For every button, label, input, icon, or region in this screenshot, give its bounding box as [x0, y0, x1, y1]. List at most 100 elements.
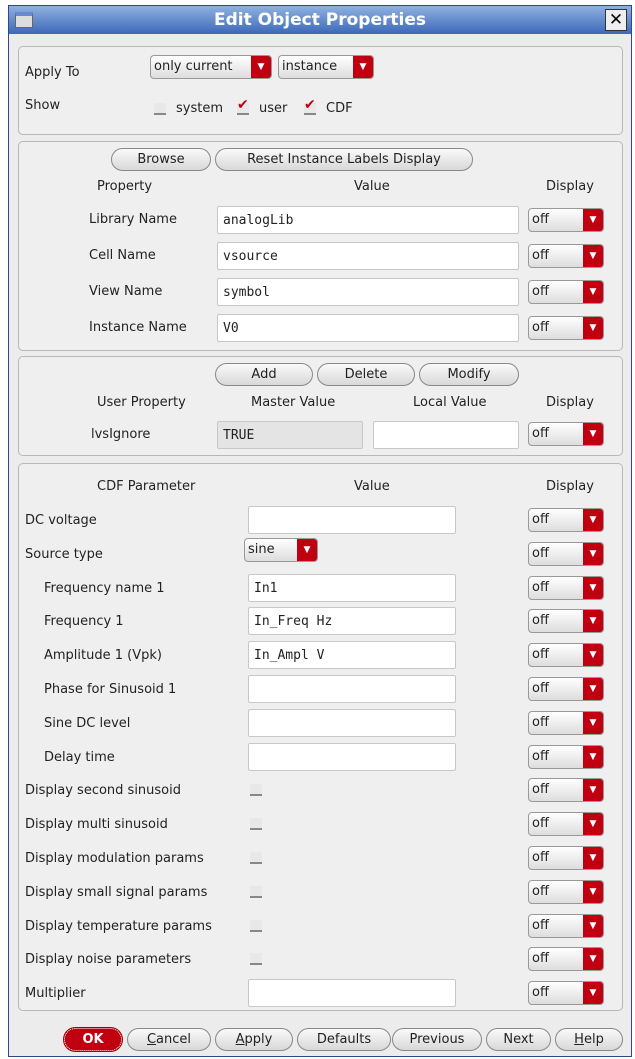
cdf-param-label: Display modulation params	[25, 851, 204, 866]
dialog-window: Edit Object Properties ✕ Apply To only c…	[8, 5, 632, 1057]
header-value: Value	[354, 479, 390, 494]
mnemonic: A	[235, 1032, 245, 1047]
chevron-down-icon: ▼	[583, 982, 603, 1005]
apply-target-value: instance	[282, 59, 338, 74]
delete-button[interactable]: Delete	[317, 363, 415, 386]
cdf-display-select[interactable]: off ▼	[528, 778, 604, 803]
help-button[interactable]: Help	[555, 1028, 623, 1051]
cdf-value-input[interactable]	[248, 506, 456, 534]
cdf-display-select[interactable]: off ▼	[528, 710, 604, 735]
display-value: off	[532, 951, 549, 967]
show-cdf-label: CDF	[326, 101, 353, 116]
cdf-value-input[interactable]	[248, 742, 456, 771]
cdf-display-select[interactable]: off ▼	[528, 677, 604, 701]
master-value-field: TRUE	[217, 421, 363, 449]
cdf-display-select[interactable]: off ▼	[528, 981, 604, 1006]
cdf-display-select[interactable]: off ▼	[528, 744, 604, 769]
defaults-button[interactable]: Defaults	[297, 1028, 391, 1051]
cdf-param-label: Source type	[25, 546, 103, 562]
cdf-param-label: Frequency 1	[44, 614, 124, 630]
cdf-checkbox[interactable]	[250, 852, 262, 864]
cdf-value-input[interactable]: In1	[248, 573, 456, 602]
property-display-select[interactable]: off ▼	[528, 280, 604, 304]
show-label: Show	[25, 98, 61, 113]
chevron-down-icon: ▼	[583, 245, 603, 267]
source-type-select[interactable]: sine ▼	[244, 537, 318, 562]
chevron-down-icon: ▼	[583, 542, 603, 565]
cdf-value-input[interactable]: In_Ampl V	[248, 641, 456, 670]
previous-button[interactable]: Previous	[392, 1028, 482, 1051]
cdf-param-label: Display second sinusoid	[25, 783, 181, 799]
reset-labels-button[interactable]: Reset Instance Labels Display	[215, 148, 473, 171]
cdf-value-input[interactable]: In_Freq Hz	[248, 607, 456, 636]
cdf-checkbox[interactable]	[250, 953, 262, 966]
title-bar[interactable]: Edit Object Properties ✕	[9, 6, 631, 34]
cdf-display-select[interactable]: off ▼	[528, 575, 604, 600]
user-display-select[interactable]: off ▼	[528, 422, 604, 446]
cdf-display-select[interactable]: off ▼	[528, 609, 604, 634]
close-icon[interactable]: ✕	[605, 9, 627, 31]
cdf-value-input[interactable]	[248, 675, 456, 703]
cdf-param-label: DC voltage	[25, 513, 97, 528]
display-value: off	[532, 883, 549, 899]
cdf-display-select[interactable]: off ▼	[528, 508, 604, 532]
display-value: off	[532, 714, 549, 730]
property-value-input[interactable]: V0	[217, 314, 519, 342]
cdf-display-select[interactable]: off ▼	[528, 812, 604, 837]
add-button[interactable]: Add	[215, 363, 313, 386]
cdf-checkbox[interactable]	[250, 818, 262, 831]
header-cdf-parameter: CDF Parameter	[97, 479, 196, 494]
display-value: off	[532, 248, 549, 263]
display-value: off	[532, 426, 549, 441]
property-display-select[interactable]: off ▼	[528, 316, 604, 340]
apply-scope-select[interactable]: only current ▼	[150, 55, 272, 79]
ok-button[interactable]: OK	[63, 1027, 123, 1052]
header-user-property: User Property	[97, 395, 186, 410]
apply-target-select[interactable]: instance ▼	[278, 55, 374, 79]
cdf-checkbox[interactable]	[250, 885, 262, 898]
browse-button[interactable]: Browse	[111, 148, 211, 171]
chevron-down-icon: ▼	[583, 914, 603, 937]
property-value-input[interactable]: analogLib	[217, 206, 519, 234]
next-button[interactable]: Next	[486, 1028, 551, 1051]
property-display-select[interactable]: off ▼	[528, 244, 604, 268]
property-value-input[interactable]: symbol	[217, 278, 519, 306]
show-system-label: system	[176, 101, 223, 116]
show-system-checkbox[interactable]	[154, 103, 166, 115]
local-value-input[interactable]	[373, 421, 519, 449]
property-label: Library Name	[89, 212, 177, 227]
show-cdf-checkbox[interactable]	[304, 97, 316, 115]
header-property: Property	[97, 179, 153, 194]
button-label: ancel	[156, 1032, 192, 1047]
button-label: Next	[503, 1032, 534, 1047]
chevron-down-icon: ▼	[583, 644, 603, 667]
chevron-down-icon: ▼	[353, 56, 373, 78]
button-label: pply	[244, 1032, 273, 1047]
chevron-down-icon: ▼	[583, 317, 603, 339]
cdf-param-label: Display noise parameters	[25, 952, 192, 968]
display-value: off	[532, 681, 549, 696]
cdf-display-select[interactable]: off ▼	[528, 947, 604, 972]
display-value: off	[532, 647, 549, 663]
property-value-input[interactable]: vsource	[217, 242, 519, 270]
cdf-display-select[interactable]: off ▼	[528, 846, 604, 870]
cdf-checkbox[interactable]	[250, 919, 262, 932]
cdf-value-input[interactable]	[248, 979, 456, 1008]
button-label: OK	[82, 1032, 104, 1047]
button-label: Previous	[409, 1032, 465, 1047]
show-user-checkbox[interactable]	[237, 97, 249, 115]
cancel-button[interactable]: Cancel	[127, 1028, 211, 1051]
cdf-display-select[interactable]: off ▼	[528, 541, 604, 566]
cdf-display-select[interactable]: off ▼	[528, 913, 604, 938]
cdf-value-input[interactable]	[248, 708, 456, 737]
chevron-down-icon: ▼	[583, 779, 603, 802]
mnemonic: C	[146, 1032, 157, 1047]
cdf-display-select[interactable]: off ▼	[528, 879, 604, 904]
property-display-select[interactable]: off ▼	[528, 208, 604, 232]
chevron-down-icon: ▼	[251, 56, 271, 78]
cdf-display-select[interactable]: off ▼	[528, 643, 604, 668]
modify-button[interactable]: Modify	[419, 363, 519, 386]
cdf-checkbox[interactable]	[250, 784, 262, 797]
window-menu-icon[interactable]	[15, 12, 33, 28]
apply-button[interactable]: Apply	[215, 1028, 293, 1051]
